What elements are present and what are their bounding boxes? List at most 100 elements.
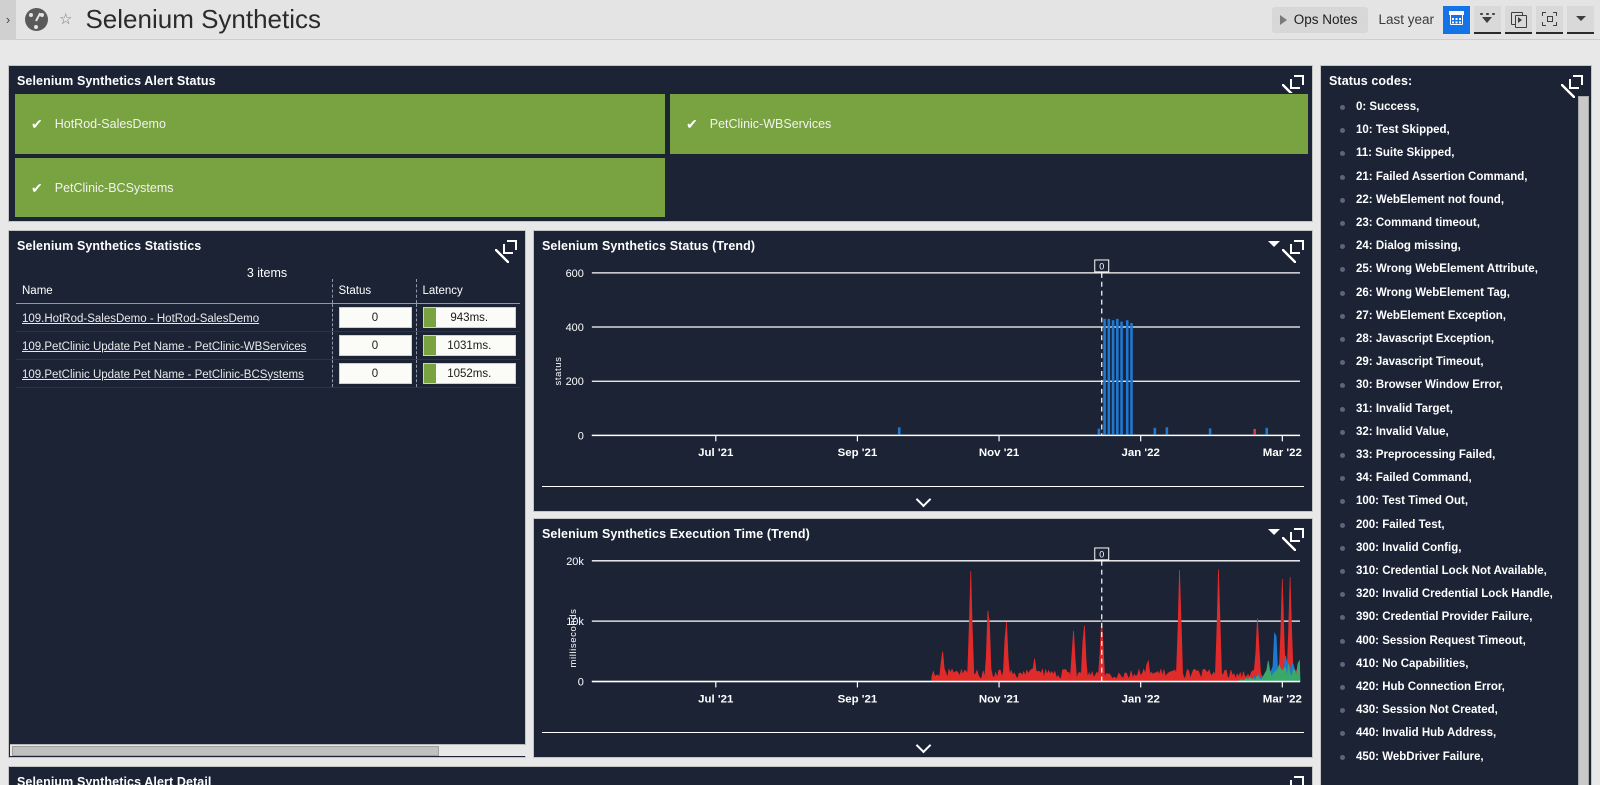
nav-expand-button[interactable]: › [0, 0, 16, 40]
alert-tile[interactable]: ✔ PetClinic-BCSystems [14, 157, 666, 218]
calendar-button[interactable] [1443, 5, 1470, 34]
column-header-latency[interactable]: Latency [415, 279, 520, 304]
status-code-item: 450: WebDriver Failure, [1340, 746, 1577, 769]
expand-panel-icon[interactable] [1282, 528, 1304, 551]
chevron-down-icon [917, 738, 930, 751]
status-code-item: 310: Credential Lock Not Available, [1340, 560, 1577, 583]
status-code-item: 100: Test Timed Out, [1340, 490, 1577, 513]
y-tick-label: 20k [566, 556, 584, 568]
status-codes-list: 0: Success, 10: Test Skipped, 11: Suite Sk… [1330, 92, 1577, 769]
cell-name: 109.PetClinic Update Pet Name - PetClini… [16, 332, 332, 360]
column-header-name[interactable]: Name [16, 279, 332, 304]
chart-plot-area[interactable]: 0 10k 20k Jul '21 Sep '21 Nov '21 Jan '22 Mar '… [534, 545, 1312, 727]
y-tick-label: 10k [566, 616, 584, 628]
filter-dots-button[interactable] [1474, 5, 1501, 34]
panel-title-statistics: Selenium Synthetics Statistics [17, 239, 202, 253]
cell-latency: 1052ms. [415, 359, 520, 388]
time-range-label[interactable]: Last year [1378, 12, 1434, 27]
panel-status-trend: Selenium Synthetics Status (Trend) statu… [533, 230, 1313, 512]
latency-bar [423, 336, 437, 355]
x-tick-label: Jul '21 [698, 447, 734, 459]
test-name-link[interactable]: 109.PetClinic Update Pet Name - PetClini… [22, 369, 304, 381]
status-code-item: 400: Session Request Timeout, [1340, 630, 1577, 653]
alert-tile-label: PetClinic-WBServices [709, 117, 832, 131]
panel-statistics: Selenium Synthetics Statistics 3 items N… [8, 230, 526, 758]
table-row[interactable]: 109.PetClinic Update Pet Name - PetClini… [16, 359, 520, 388]
expand-panel-icon[interactable] [1282, 75, 1304, 98]
collapse-panel-icon[interactable] [1268, 529, 1280, 535]
scrollbar-thumb[interactable] [1578, 96, 1589, 785]
status-code-item: 300: Invalid Config, [1340, 537, 1577, 560]
x-tick-label: Jul '21 [698, 693, 734, 705]
status-code-item: 21: Failed Assertion Command, [1340, 166, 1577, 189]
cell-status: 0 [331, 331, 416, 360]
series-area-HotRod-SalesDemo [931, 569, 1301, 682]
status-code-item: 320: Invalid Credential Lock Handle, [1340, 583, 1577, 606]
favorite-star-icon[interactable]: ☆ [59, 12, 72, 27]
status-code-item: 440: Invalid Hub Address, [1340, 722, 1577, 745]
column-header-status[interactable]: Status [331, 279, 416, 304]
y-tick-label: 600 [566, 268, 584, 280]
panel-title-alert-detail: Selenium Synthetics Alert Detail [17, 775, 212, 785]
status-code-item: 33: Preprocessing Failed, [1340, 444, 1577, 467]
x-tick-label: Mar '22 [1263, 693, 1302, 705]
alert-tile-label: HotRod-SalesDemo [54, 117, 166, 131]
status-code-item: 390: Credential Provider Failure, [1340, 606, 1577, 629]
alert-tile-label: PetClinic-BCSystems [54, 180, 174, 195]
expand-panel-icon[interactable] [1282, 240, 1304, 263]
expand-panel-icon[interactable] [1561, 75, 1583, 98]
status-code-item: 25: Wrong WebElement Attribute, [1340, 258, 1577, 281]
y-tick-label: 0 [578, 430, 584, 442]
ops-notes-button[interactable]: Ops Notes [1271, 6, 1369, 33]
test-name-link[interactable]: 109.PetClinic Update Pet Name - PetClini… [22, 341, 306, 353]
fullscreen-button[interactable] [1536, 5, 1563, 34]
clone-dashboard-button[interactable] [1505, 5, 1532, 34]
collapse-panel-icon[interactable] [1268, 241, 1280, 247]
panel-title-status-codes: Status codes: [1329, 74, 1413, 88]
horizontal-scrollbar[interactable] [10, 744, 526, 756]
stacked-windows-icon [1511, 11, 1527, 28]
panel-expand-footer-button[interactable] [534, 735, 1312, 753]
cell-name: 109.HotRod-SalesDemo - HotRod-SalesDemo [16, 304, 332, 332]
status-value: 0 [338, 335, 412, 356]
latency-text: 943ms. [450, 311, 489, 324]
cell-latency: 943ms. [415, 303, 520, 332]
status-code-item: 200: Failed Test, [1340, 514, 1577, 537]
calendar-icon [1449, 11, 1464, 25]
cell-name: 109.PetClinic Update Pet Name - PetClini… [16, 360, 332, 388]
status-code-item: 30: Browser Window Error, [1340, 374, 1577, 397]
expand-panel-icon[interactable] [1290, 776, 1304, 785]
status-code-item: 32: Invalid Value, [1340, 421, 1577, 444]
status-codes-scroll-region: 0: Success, 10: Test Skipped, 11: Suite Sk… [1330, 92, 1577, 785]
check-icon: ✔ [31, 116, 43, 132]
panel-footer-rule [542, 732, 1304, 733]
alert-tile[interactable]: ✔ HotRod-SalesDemo [14, 93, 666, 155]
dashboard-gauge-icon[interactable] [25, 8, 48, 31]
test-name-link[interactable]: 109.HotRod-SalesDemo - HotRod-SalesDemo [22, 313, 259, 325]
scrollbar-thumb[interactable] [12, 746, 439, 756]
cell-status: 0 [331, 359, 416, 388]
panel-title-status-trend: Selenium Synthetics Status (Trend) [542, 239, 756, 253]
dashboard-canvas: Selenium Synthetics Alert Status ✔ HotRod… [0, 40, 1600, 785]
chevron-down-icon [1575, 16, 1586, 21]
cell-latency: 1031ms. [415, 331, 520, 360]
status-code-item: 23: Command timeout, [1340, 212, 1577, 235]
vertical-scrollbar[interactable] [1578, 96, 1589, 785]
chart-plot-area[interactable]: 0 200 400 600 Jul '21 Sep '21 Nov '21 Jan '22 Ma… [534, 257, 1312, 481]
status-code-item: 430: Session Not Created, [1340, 699, 1577, 722]
table-row[interactable]: 109.HotRod-SalesDemo - HotRod-SalesDemo 0… [16, 303, 520, 332]
panel-title-execution-time: Selenium Synthetics Execution Time (Tren… [542, 527, 810, 541]
more-menu-button[interactable] [1567, 5, 1594, 34]
panel-execution-time-trend: Selenium Synthetics Execution Time (Tren… [533, 518, 1313, 758]
alert-tile-grid: ✔ HotRod-SalesDemo ✔ PetClinic-WBServices ✔ P… [14, 93, 1309, 218]
check-icon: ✔ [31, 179, 43, 196]
alert-tile[interactable]: ✔ PetClinic-WBServices [669, 93, 1309, 155]
x-tick-label: Jan '22 [1121, 693, 1159, 705]
status-code-item: 11: Suite Skipped, [1340, 142, 1577, 165]
statistics-table: Name Status Latency 109.HotRod-SalesDemo -… [16, 279, 520, 388]
latency-value: 943ms. [422, 307, 516, 328]
expand-panel-icon[interactable] [495, 240, 517, 263]
check-icon: ✔ [686, 116, 698, 132]
table-row[interactable]: 109.PetClinic Update Pet Name - PetClini… [16, 331, 520, 360]
panel-expand-footer-button[interactable] [534, 489, 1312, 507]
